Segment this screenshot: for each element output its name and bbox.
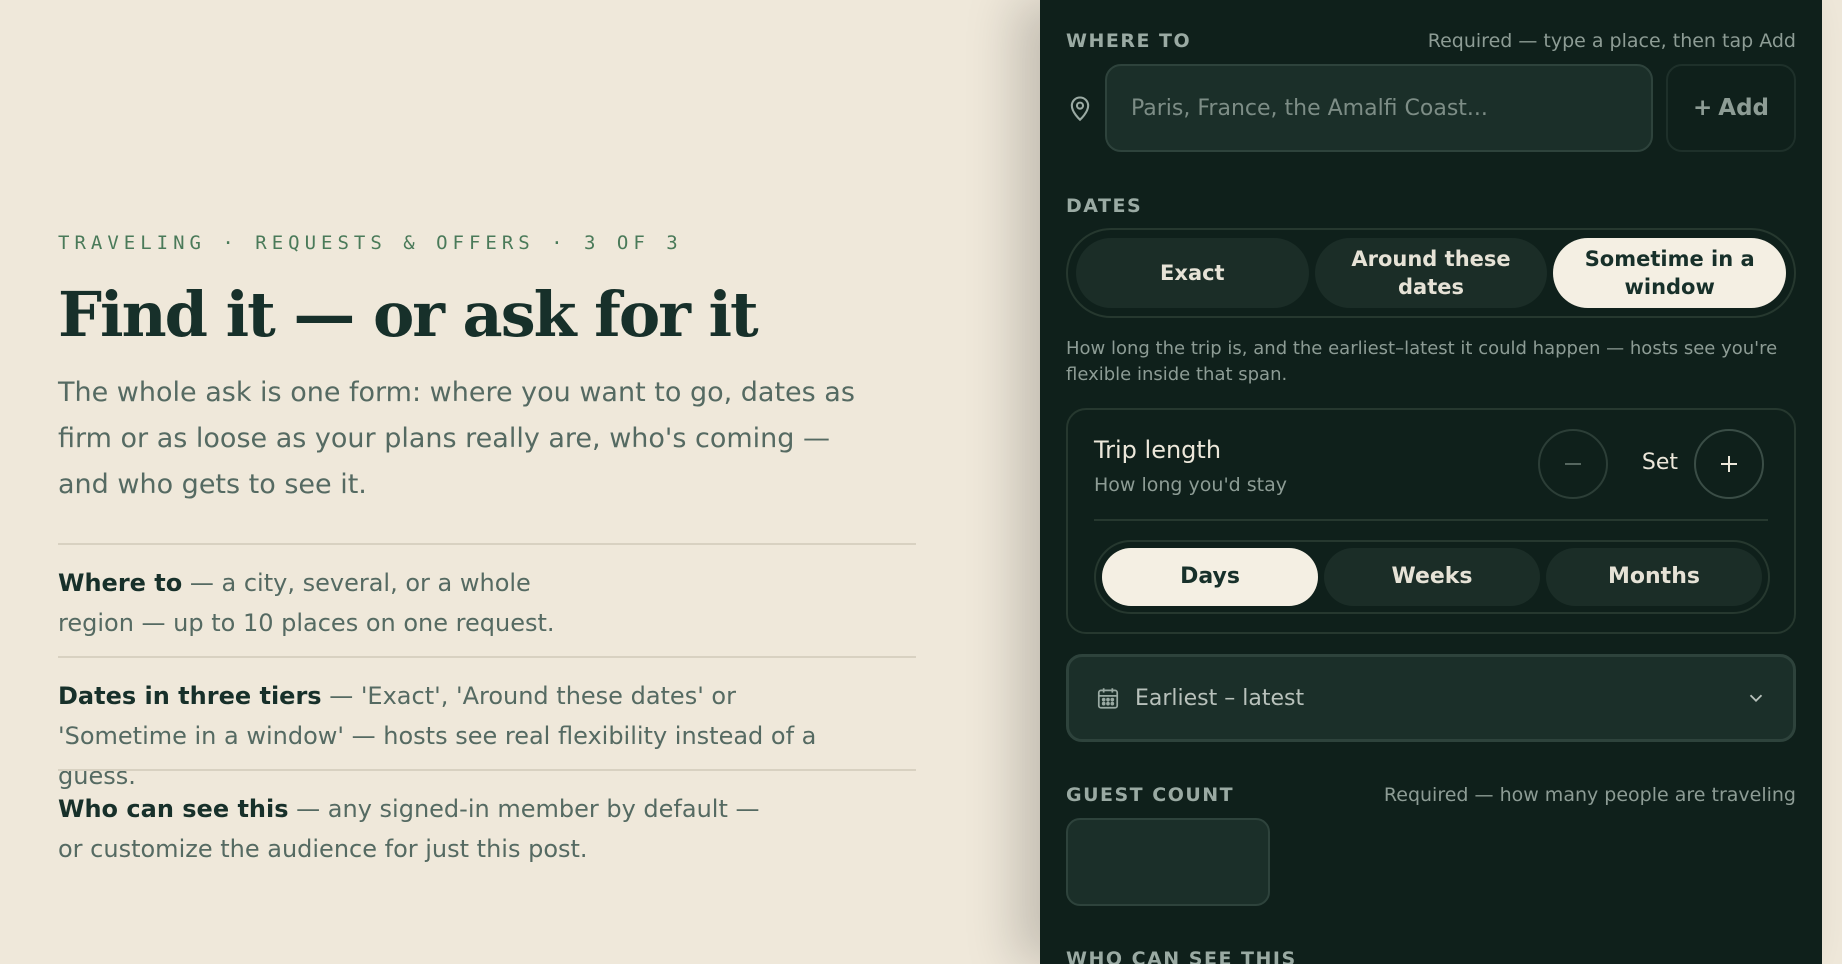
- minus-icon: [1565, 463, 1581, 465]
- trip-length-card: Trip length How long you'd stay Set Days…: [1066, 408, 1796, 634]
- date-tier-exact[interactable]: Exact: [1076, 238, 1309, 308]
- date-range-label: Earliest – latest: [1135, 685, 1305, 711]
- trip-length-subtitle: How long you'd stay: [1094, 474, 1288, 496]
- date-tier-around[interactable]: Around these dates: [1314, 238, 1548, 308]
- date-range-select[interactable]: Earliest – latest: [1066, 654, 1796, 742]
- unit-days[interactable]: Days: [1102, 548, 1318, 606]
- page-title: Find it — or ask for it: [58, 278, 759, 351]
- divider: [1094, 519, 1768, 521]
- trip-length-value: Set: [1641, 450, 1679, 475]
- intro-lede: The whole ask is one form: where you wan…: [58, 377, 855, 500]
- dates-help-text: How long the trip is, and the earliest–l…: [1066, 338, 1778, 385]
- unit-months[interactable]: Months: [1546, 548, 1762, 606]
- guest-count-input[interactable]: [1066, 818, 1270, 906]
- increment-button[interactable]: [1694, 429, 1764, 499]
- where-to-label: WHERE TO: [1066, 30, 1192, 52]
- map-pin-icon: [1070, 96, 1090, 122]
- intro-section: TRAVELING · REQUESTS & OFFERS · 3 OF 3 F…: [58, 0, 918, 964]
- where-to-input[interactable]: [1105, 64, 1653, 152]
- feature-title: Who can see this: [58, 795, 289, 823]
- request-form-panel: WHERE TO Required — type a place, then t…: [1040, 0, 1822, 964]
- date-tier-selector: Exact Around these dates Sometime in a w…: [1066, 228, 1796, 318]
- unit-weeks[interactable]: Weeks: [1324, 548, 1540, 606]
- eyebrow-step: TRAVELING · REQUESTS & OFFERS · 3 OF 3: [58, 232, 683, 254]
- where-to-hint: Required — type a place, then tap Add: [1427, 30, 1796, 52]
- dates-label: DATES: [1066, 195, 1143, 217]
- date-tier-window[interactable]: Sometime in a window: [1553, 238, 1787, 308]
- trip-length-title: Trip length: [1094, 436, 1222, 464]
- feature-where-to: Where to — a city, several, or a whole r…: [58, 543, 916, 643]
- chevron-down-icon: [1749, 694, 1763, 703]
- guest-count-label: GUEST COUNT: [1066, 784, 1235, 806]
- guest-count-hint: Required — how many people are traveling: [1383, 784, 1796, 806]
- feature-visibility: Who can see this — any signed-in member …: [58, 769, 916, 869]
- plus-icon: [1721, 456, 1737, 472]
- decrement-button[interactable]: [1538, 429, 1608, 499]
- add-place-label: Add: [1718, 95, 1769, 121]
- plus-icon: +: [1692, 95, 1713, 121]
- add-place-button[interactable]: + Add: [1666, 64, 1796, 152]
- visibility-label: WHO CAN SEE THIS: [1066, 948, 1297, 964]
- feature-title: Dates in three tiers: [58, 682, 322, 710]
- calendar-icon: [1097, 688, 1119, 709]
- trip-unit-selector: Days Weeks Months: [1094, 540, 1770, 614]
- feature-title: Where to: [58, 569, 183, 597]
